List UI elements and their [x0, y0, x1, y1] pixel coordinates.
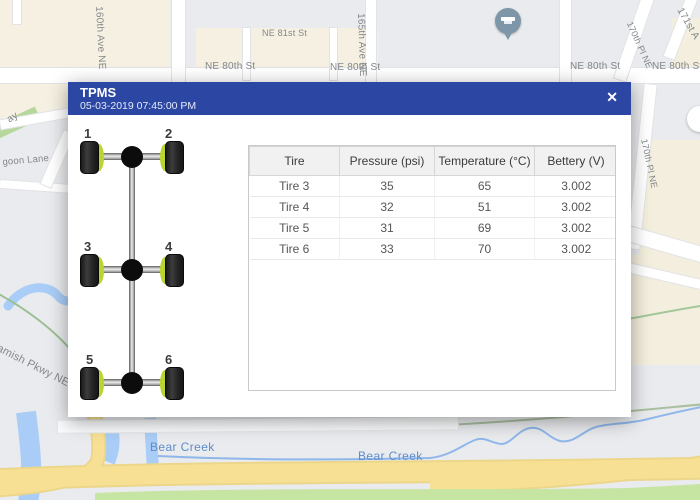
- dialog-body: 1 2 3 4 5 6 Tire: [68, 115, 631, 417]
- tire-number-4: 4: [165, 239, 172, 254]
- cell-tire: Tire 4: [250, 197, 340, 218]
- table-row: Tire 3 35 65 3.002: [250, 176, 617, 197]
- cell-battery: 3.002: [535, 176, 617, 197]
- tire-data-table: Tire Pressure (psi) Temperature (°C) Bet…: [249, 146, 616, 260]
- axle-hub: [121, 146, 143, 168]
- cell-pressure: 33: [340, 239, 435, 260]
- road: [243, 28, 250, 80]
- tire-rubber: [165, 141, 184, 174]
- tire-2[interactable]: [163, 141, 184, 174]
- street-label: NE 80th St: [330, 62, 380, 73]
- table-row: Tire 5 31 69 3.002: [250, 218, 617, 239]
- tire-data-table-wrapper: Tire Pressure (psi) Temperature (°C) Bet…: [248, 145, 616, 391]
- axle-hub: [121, 372, 143, 394]
- tire-number-5: 5: [86, 352, 93, 367]
- tire-rubber: [80, 367, 99, 400]
- cell-pressure: 32: [340, 197, 435, 218]
- cell-battery: 3.002: [535, 239, 617, 260]
- street-label: NE 80th St: [205, 61, 255, 72]
- tire-number-6: 6: [165, 352, 172, 367]
- street-label: NE 81st St: [262, 28, 307, 38]
- axle-hub: [121, 259, 143, 281]
- street-label: NE 80th St: [570, 61, 620, 72]
- truck-diagram: 1 2 3 4 5 6: [68, 115, 248, 417]
- col-header-tire: Tire: [250, 147, 340, 176]
- road: [13, 0, 21, 24]
- dialog-title: TPMS: [80, 85, 619, 100]
- tire-rubber: [80, 141, 99, 174]
- table-header-row: Tire Pressure (psi) Temperature (°C) Bet…: [250, 147, 617, 176]
- water-label-bear-creek: Bear Creek: [150, 440, 215, 454]
- close-icon[interactable]: ✕: [606, 90, 618, 104]
- cell-tire: Tire 3: [250, 176, 340, 197]
- cell-tire: Tire 6: [250, 239, 340, 260]
- tire-3[interactable]: [80, 254, 101, 287]
- cell-tire: Tire 5: [250, 218, 340, 239]
- tire-rubber: [165, 254, 184, 287]
- tire-5[interactable]: [80, 367, 101, 400]
- cell-pressure: 31: [340, 218, 435, 239]
- table-row: Tire 6 33 70 3.002: [250, 239, 617, 260]
- cell-temperature: 51: [435, 197, 535, 218]
- screen: 160th Ave NE NE 81st St NE 80th St NE 80…: [0, 0, 700, 500]
- cell-temperature: 65: [435, 176, 535, 197]
- tire-6[interactable]: [163, 367, 184, 400]
- cell-temperature: 69: [435, 218, 535, 239]
- school-icon: [501, 17, 515, 21]
- dialog-header: TPMS 05-03-2019 07:45:00 PM ✕: [68, 82, 631, 115]
- cell-pressure: 35: [340, 176, 435, 197]
- school-map-pin[interactable]: [495, 8, 521, 34]
- road: [172, 0, 185, 84]
- cell-temperature: 70: [435, 239, 535, 260]
- dialog-timestamp: 05-03-2019 07:45:00 PM: [80, 100, 619, 113]
- tire-number-1: 1: [84, 126, 91, 141]
- street-label: 165th Ave NE: [355, 13, 368, 77]
- cell-battery: 3.002: [535, 197, 617, 218]
- col-header-pressure: Pressure (psi): [340, 147, 435, 176]
- cell-battery: 3.002: [535, 218, 617, 239]
- tire-rubber: [80, 254, 99, 287]
- col-header-battery: Bettery (V): [535, 147, 617, 176]
- tire-number-3: 3: [84, 239, 91, 254]
- tpms-dialog: TPMS 05-03-2019 07:45:00 PM ✕ 1 2 3 4 5 …: [68, 82, 631, 417]
- street-label: NE 80th St: [652, 61, 700, 72]
- table-row: Tire 4 32 51 3.002: [250, 197, 617, 218]
- col-header-temperature: Temperature (°C): [435, 147, 535, 176]
- tire-rubber: [165, 367, 184, 400]
- tire-number-2: 2: [165, 126, 172, 141]
- tire-4[interactable]: [163, 254, 184, 287]
- water-label-bear-creek: Bear Creek: [358, 449, 423, 463]
- tire-1[interactable]: [80, 141, 101, 174]
